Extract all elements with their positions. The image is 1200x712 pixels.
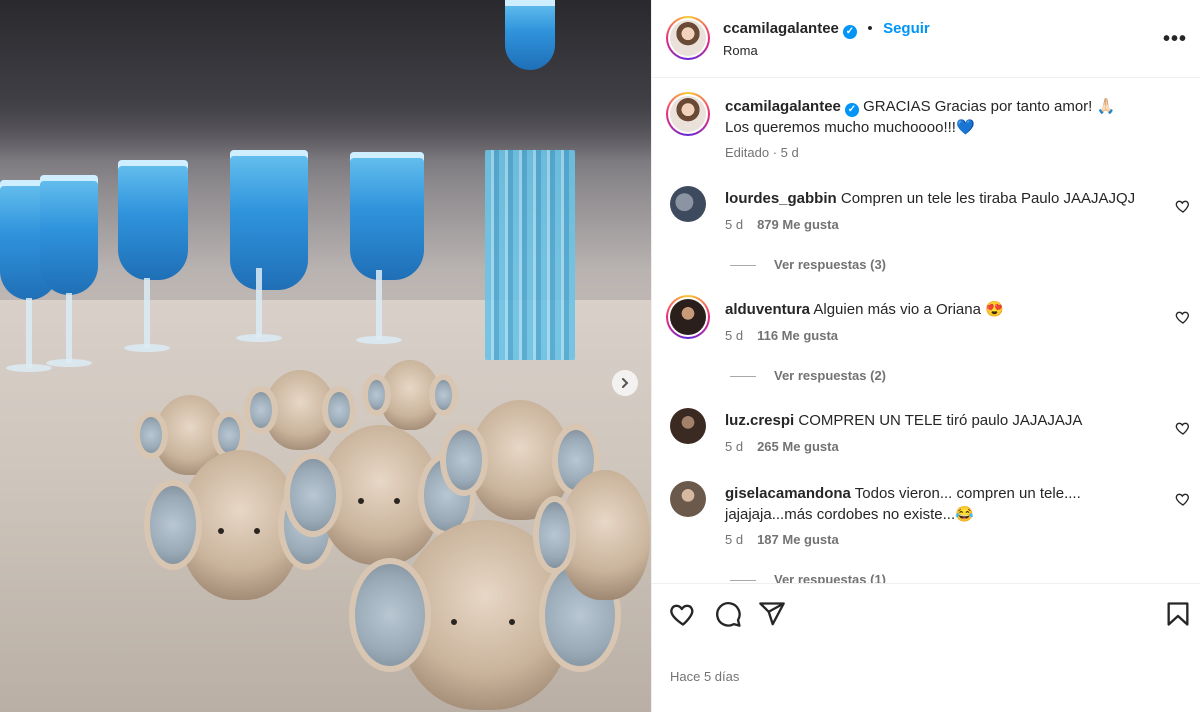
comment-likes[interactable]: 879 Me gusta <box>757 217 839 232</box>
comment-time: 5 d <box>725 439 744 454</box>
share-icon[interactable] <box>758 600 786 628</box>
comment-likes[interactable]: 187 Me gusta <box>757 532 839 547</box>
commenter-username[interactable]: luz.crespi <box>725 412 794 429</box>
blue-straws <box>485 150 575 360</box>
post-location[interactable]: Roma <box>723 43 758 58</box>
commenter-avatar[interactable] <box>670 481 706 517</box>
elephant-figure <box>244 370 356 450</box>
caption-text-line1: GRACIAS Gracias por tanto amor! <box>863 98 1097 115</box>
verified-badge-icon: ✓ <box>842 25 857 39</box>
chevron-right-icon <box>622 378 629 388</box>
comment-text-line1: Todos vieron... compren un tele.... <box>854 485 1081 502</box>
blue-drink-glass <box>505 0 555 70</box>
blue-drink-glass <box>118 160 188 352</box>
comment-heart-icon[interactable] <box>1175 198 1191 214</box>
elephant-figure <box>533 470 650 600</box>
comment-text: Alguien más vio a Oriana 😍 <box>813 301 1004 318</box>
edited-label: Editado <box>725 145 770 160</box>
separator-dot: • <box>867 20 873 37</box>
posted-ago[interactable]: Hace 5 días <box>670 669 739 684</box>
comment-text: COMPREN UN TELE tiró paulo JAJAJAJA <box>798 412 1083 429</box>
post-side-panel: ccamilagalantee ✓ • Seguir Roma ••• ccami… <box>651 0 1200 712</box>
blue-drink-glass <box>40 175 98 367</box>
comment-heart-icon[interactable] <box>1175 420 1191 436</box>
elephant-figure <box>362 360 458 430</box>
view-replies-button[interactable]: Ver respuestas (2) <box>730 368 886 383</box>
commenter-avatar[interactable] <box>670 186 706 222</box>
comment-likes[interactable]: 116 Me gusta <box>757 328 838 343</box>
blue-drink-glass <box>230 150 308 342</box>
caption-emoji: 🙏🏻 <box>1096 98 1116 115</box>
commenter-username[interactable]: lourdes_gabbin <box>725 190 837 207</box>
follow-button[interactable]: Seguir <box>883 20 930 37</box>
post-header: ccamilagalantee ✓ • Seguir Roma ••• <box>652 0 1200 78</box>
author-avatar[interactable] <box>666 16 710 60</box>
commenter-username[interactable]: alduventura <box>725 301 810 318</box>
commenter-username[interactable]: giselacamandona <box>725 485 851 502</box>
comment-text-line2: jajajaja...más cordobes no existe...😂 <box>725 506 974 523</box>
more-options-icon[interactable]: ••• <box>1163 28 1187 51</box>
commenter-avatar[interactable] <box>666 295 710 339</box>
comment-time: 5 d <box>725 532 744 547</box>
caption-text-line2: Los queremos mucho muchoooo!!!💙 <box>725 119 975 136</box>
view-replies-button[interactable]: Ver respuestas (3) <box>730 257 886 272</box>
heart-icon[interactable] <box>669 600 697 628</box>
commenter-avatar[interactable] <box>670 408 706 444</box>
comment-time: 5 d <box>725 217 744 232</box>
comment-icon[interactable] <box>714 600 742 628</box>
post-image[interactable] <box>0 0 651 712</box>
comment-heart-icon[interactable] <box>1175 309 1191 325</box>
elephant-figure <box>284 425 476 565</box>
post-actions: Hace 5 días <box>652 583 1200 712</box>
comment-text: Compren un tele les tiraba Paulo JAAJAJQ… <box>840 190 1136 207</box>
blue-drink-glass <box>350 152 424 344</box>
caption-time: 5 d <box>780 145 799 160</box>
author-avatar[interactable] <box>666 92 710 136</box>
next-image-button[interactable] <box>612 370 638 396</box>
comment-time: 5 d <box>725 328 744 343</box>
bookmark-icon[interactable] <box>1164 600 1192 628</box>
elephant-figure <box>144 450 336 600</box>
view-replies-button[interactable]: Ver respuestas (1) <box>730 572 886 583</box>
caption-username[interactable]: ccamilagalantee <box>725 98 841 115</box>
author-username[interactable]: ccamilagalantee <box>723 20 839 37</box>
comments-list[interactable]: ccamilagalantee ✓ GRACIAS Gracias por tan… <box>652 79 1200 583</box>
verified-badge-icon: ✓ <box>844 103 859 117</box>
comment-heart-icon[interactable] <box>1175 491 1191 507</box>
comment-likes[interactable]: 265 Me gusta <box>757 439 839 454</box>
